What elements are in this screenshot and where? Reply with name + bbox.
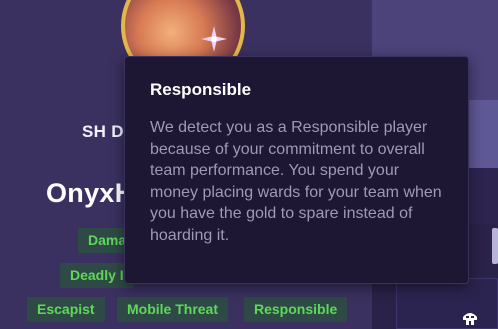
tooltip-body: We detect you as a Responsible player be…: [150, 119, 442, 244]
right-panel-card[interactable]: [396, 278, 498, 329]
tag-mobile-threat[interactable]: Mobile Threat: [117, 297, 229, 322]
app-screen: OnyxH Dama Deadly I Escapist Mobile Thre…: [0, 0, 498, 329]
tag-responsible[interactable]: Responsible: [244, 297, 348, 322]
tag-escapist[interactable]: Escapist: [27, 297, 105, 322]
tooltip-title: Responsible: [150, 80, 252, 99]
sparkle-icon: [201, 26, 227, 52]
player-name: OnyxH: [46, 178, 135, 208]
tag-deadly[interactable]: Deadly I: [60, 263, 134, 288]
helmet-icon[interactable]: [460, 308, 480, 328]
tag-tooltip: Responsible We detect you as a Responsib…: [124, 56, 469, 284]
scrollbar-thumb[interactable]: [492, 228, 498, 264]
